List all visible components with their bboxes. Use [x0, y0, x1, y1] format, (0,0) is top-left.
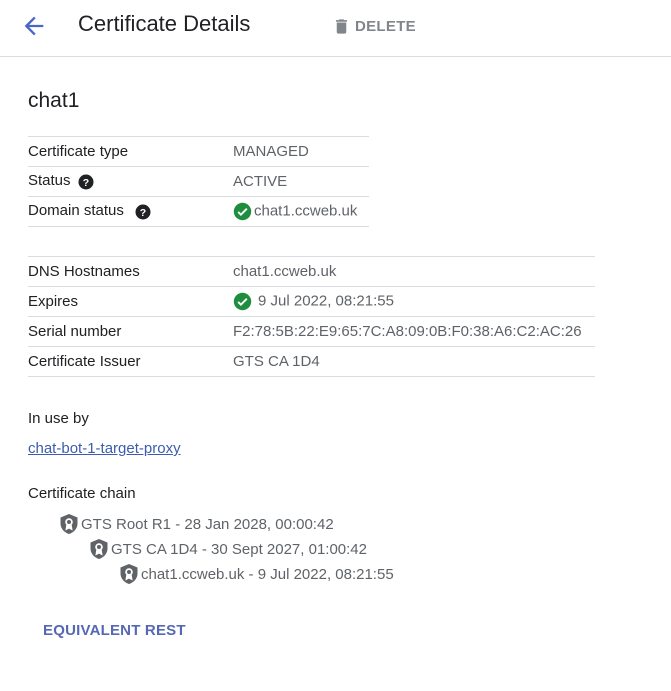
certificate-chain-title: Certificate chain: [28, 485, 136, 502]
top-bar: Certificate Details DELETE: [0, 0, 671, 57]
chain-item-root: GTS Root R1 - 28 Jan 2028, 00:00:42: [59, 513, 334, 535]
certificate-name: chat1: [28, 89, 80, 112]
chain-item-label: chat1.ccweb.uk - 9 Jul 2022, 08:21:55: [141, 565, 394, 583]
status-value: ACTIVE: [233, 166, 369, 197]
serial-number-value: F2:78:5B:22:E9:65:7C:A8:09:0B:F0:38:A6:C…: [233, 316, 595, 347]
certificate-badge-icon: [90, 539, 108, 559]
table-row: Serial number F2:78:5B:22:E9:65:7C:A8:09…: [28, 316, 595, 347]
chain-item-intermediate: GTS CA 1D4 - 30 Sept 2027, 01:00:42: [89, 538, 367, 560]
svg-text:?: ?: [140, 206, 146, 218]
certificate-issuer-value: GTS CA 1D4: [233, 346, 595, 377]
page-title: Certificate Details: [78, 11, 251, 36]
table-row: Expires 9 Jul 2022, 08:21:55: [28, 286, 595, 317]
dns-hostnames-label: DNS Hostnames: [28, 256, 233, 287]
svg-text:?: ?: [82, 176, 88, 188]
table-row: Certificate Issuer GTS CA 1D4: [28, 346, 595, 377]
certificate-type-label: Certificate type: [28, 136, 233, 167]
table-row: Domain status? chat1.ccweb.uk: [28, 196, 369, 227]
help-icon[interactable]: ?: [77, 173, 95, 191]
domain-status-cell: Domain status?: [28, 196, 233, 227]
check-circle-icon: [233, 292, 252, 311]
certificate-badge-icon: [60, 514, 78, 534]
expires-value-cell: 9 Jul 2022, 08:21:55: [233, 286, 595, 317]
check-circle-icon: [233, 202, 252, 221]
table-row: Status? ACTIVE: [28, 166, 369, 197]
arrow-back-icon: [24, 16, 44, 36]
table-row: Certificate type MANAGED: [28, 136, 369, 167]
domain-status-value-cell: chat1.ccweb.uk: [233, 196, 369, 227]
trash-icon: [335, 18, 348, 34]
serial-number-label: Serial number: [28, 316, 233, 347]
status-cell: Status?: [28, 166, 233, 197]
basic-properties-table: Certificate type MANAGED Status? ACTIVE …: [28, 136, 369, 227]
in-use-by-title: In use by: [28, 410, 89, 427]
certificate-badge-icon: [120, 564, 138, 584]
target-proxy-link[interactable]: chat-bot-1-target-proxy: [28, 440, 181, 457]
expires-label: Expires: [28, 286, 233, 317]
delete-button[interactable]: DELETE: [332, 15, 416, 37]
dns-hostnames-value: chat1.ccweb.uk: [233, 256, 595, 287]
table-row: DNS Hostnames chat1.ccweb.uk: [28, 256, 595, 287]
chain-item-leaf: chat1.ccweb.uk - 9 Jul 2022, 08:21:55: [119, 563, 394, 585]
detail-properties-table: DNS Hostnames chat1.ccweb.uk Expires 9 J…: [28, 256, 595, 377]
help-icon[interactable]: ?: [134, 203, 152, 221]
expires-value: 9 Jul 2022, 08:21:55: [258, 292, 394, 310]
certificate-issuer-label: Certificate Issuer: [28, 346, 233, 377]
status-label: Status: [28, 172, 71, 190]
domain-status-label: Domain status: [28, 202, 124, 220]
chain-item-label: GTS Root R1 - 28 Jan 2028, 00:00:42: [81, 515, 334, 533]
domain-status-value: chat1.ccweb.uk: [254, 202, 358, 220]
back-button[interactable]: [20, 12, 48, 40]
certificate-type-value: MANAGED: [233, 136, 369, 167]
chain-item-label: GTS CA 1D4 - 30 Sept 2027, 01:00:42: [111, 540, 367, 558]
delete-label: DELETE: [355, 17, 416, 35]
equivalent-rest-button[interactable]: EQUIVALENT REST: [43, 622, 186, 639]
